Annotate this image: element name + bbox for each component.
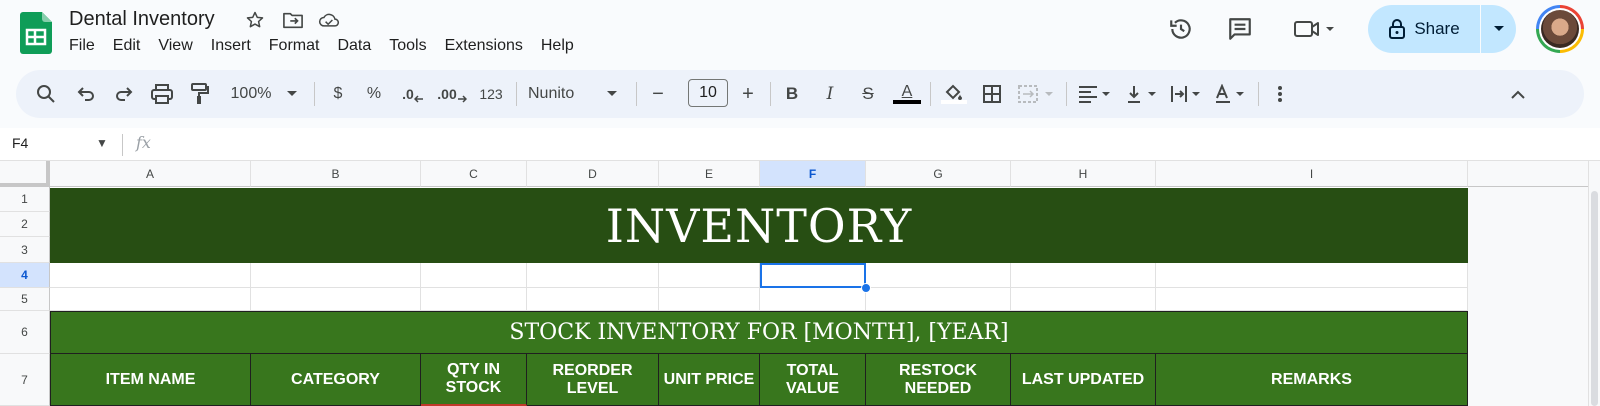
selected-cell-f4[interactable] — [760, 263, 866, 288]
inventory-title-banner[interactable]: INVENTORY — [50, 188, 1468, 263]
vertical-align-icon[interactable] — [1124, 82, 1164, 106]
menu-bar: File Edit View Insert Format Data Tools … — [60, 36, 583, 60]
decrease-font-size-button[interactable]: − — [646, 82, 670, 106]
column-header-b[interactable]: B — [251, 161, 421, 187]
toolbar: 100% $ % .0 .00 123 Nunito − 10 + B I S … — [16, 70, 1584, 118]
borders-icon[interactable] — [980, 82, 1004, 106]
menu-extensions[interactable]: Extensions — [436, 36, 532, 60]
fx-icon: fx — [136, 133, 151, 152]
video-camera-icon[interactable] — [1290, 13, 1340, 45]
collapse-toolbar-icon[interactable] — [1506, 82, 1530, 106]
column-header-d[interactable]: D — [527, 161, 659, 187]
menu-help[interactable]: Help — [532, 36, 583, 60]
more-vert-icon[interactable] — [1268, 82, 1292, 106]
scrollbar-thumb[interactable] — [1591, 191, 1598, 406]
percent-format-button[interactable]: % — [362, 82, 386, 106]
increase-font-size-button[interactable]: + — [736, 82, 760, 106]
horizontal-align-icon[interactable] — [1076, 82, 1116, 106]
avatar-photo — [1541, 10, 1579, 48]
text-rotation-icon[interactable] — [1212, 82, 1252, 106]
header-qty-in-stock[interactable]: QTY IN STOCK — [421, 354, 527, 406]
menu-insert[interactable]: Insert — [202, 36, 260, 60]
row-header-3[interactable]: 3 — [0, 237, 50, 263]
column-header-f[interactable]: F — [760, 161, 866, 187]
bold-button[interactable]: B — [780, 82, 804, 106]
header-last-updated[interactable]: LAST UPDATED — [1011, 354, 1156, 406]
cloud-saved-icon[interactable] — [318, 9, 340, 31]
header-category[interactable]: CATEGORY — [251, 354, 421, 406]
row-header-1[interactable]: 1 — [0, 187, 50, 212]
column-header-h[interactable]: H — [1011, 161, 1156, 187]
sheets-logo-icon[interactable] — [20, 12, 52, 54]
text-color-swatch — [893, 100, 921, 104]
fill-color-icon[interactable] — [940, 82, 968, 106]
header-reorder-level[interactable]: REORDER LEVEL — [527, 354, 659, 406]
header-remarks[interactable]: REMARKS — [1156, 354, 1468, 406]
search-icon[interactable] — [34, 82, 58, 106]
chevron-down-icon[interactable] — [604, 82, 620, 106]
row-header-5[interactable]: 5 — [0, 288, 50, 311]
formula-bar: F4 ▼ fx — [0, 128, 1600, 161]
number-format-button[interactable]: 123 — [476, 82, 506, 106]
fill-handle[interactable] — [861, 283, 871, 293]
zoom-select[interactable]: 100% — [226, 82, 276, 106]
row-header-7[interactable]: 7 — [0, 354, 50, 406]
header-unit-price[interactable]: UNIT PRICE — [659, 354, 760, 406]
spreadsheet-grid[interactable]: A B C D E F G H I 1 2 3 4 5 6 7 INVENTOR… — [0, 161, 1600, 406]
menu-file[interactable]: File — [60, 36, 104, 60]
document-title[interactable]: Dental Inventory — [69, 8, 215, 31]
redo-icon[interactable] — [112, 82, 136, 106]
italic-button[interactable]: I — [818, 82, 842, 106]
name-box[interactable]: F4 — [12, 135, 28, 151]
print-icon[interactable] — [150, 82, 174, 106]
header-total-value[interactable]: TOTAL VALUE — [760, 354, 866, 406]
menu-data[interactable]: Data — [328, 36, 380, 60]
select-all-corner[interactable] — [0, 161, 50, 187]
column-header-e[interactable]: E — [659, 161, 760, 187]
comment-icon[interactable] — [1224, 13, 1256, 45]
increase-decimal-button[interactable]: .00 — [436, 82, 468, 106]
text-wrapping-icon[interactable] — [1168, 82, 1208, 106]
fill-color-swatch — [941, 100, 967, 104]
font-size-input[interactable]: 10 — [688, 79, 728, 107]
share-button[interactable]: Share — [1368, 5, 1516, 53]
history-icon[interactable] — [1165, 13, 1197, 45]
text-color-button[interactable]: A — [892, 82, 922, 106]
menu-view[interactable]: View — [149, 36, 201, 60]
stock-inventory-subtitle[interactable]: STOCK INVENTORY FOR [MONTH], [YEAR] — [50, 311, 1468, 354]
column-header-c[interactable]: C — [421, 161, 527, 187]
currency-format-button[interactable]: $ — [326, 82, 350, 106]
lock-icon — [1389, 19, 1406, 39]
star-icon[interactable] — [244, 9, 266, 31]
avatar[interactable] — [1536, 5, 1584, 53]
vertical-scrollbar[interactable] — [1588, 161, 1600, 406]
menu-edit[interactable]: Edit — [104, 36, 150, 60]
share-dropdown-icon[interactable] — [1481, 5, 1516, 53]
paint-format-icon[interactable] — [188, 82, 212, 106]
menu-tools[interactable]: Tools — [380, 36, 435, 60]
column-header-i[interactable]: I — [1156, 161, 1468, 187]
strikethrough-button[interactable]: S — [856, 82, 880, 106]
column-header-g[interactable]: G — [866, 161, 1011, 187]
chevron-down-icon[interactable] — [284, 82, 300, 106]
header-restock-needed[interactable]: RESTOCK NEEDED — [866, 354, 1011, 406]
undo-icon[interactable] — [74, 82, 98, 106]
font-select[interactable]: Nunito — [528, 82, 594, 106]
menu-format[interactable]: Format — [260, 36, 329, 60]
move-to-folder-icon[interactable] — [282, 9, 304, 31]
column-header-a[interactable]: A — [50, 161, 251, 187]
row-header-6[interactable]: 6 — [0, 311, 50, 354]
merge-cells-icon[interactable] — [1016, 82, 1060, 106]
row-header-4[interactable]: 4 — [0, 263, 50, 288]
header-item-name[interactable]: ITEM NAME — [50, 354, 251, 406]
share-label: Share — [1414, 19, 1460, 38]
chevron-down-icon[interactable]: ▼ — [96, 136, 108, 150]
share-main[interactable]: Share — [1368, 5, 1480, 53]
decrease-decimal-button[interactable]: .0 — [398, 82, 428, 106]
row-header-2[interactable]: 2 — [0, 212, 50, 237]
